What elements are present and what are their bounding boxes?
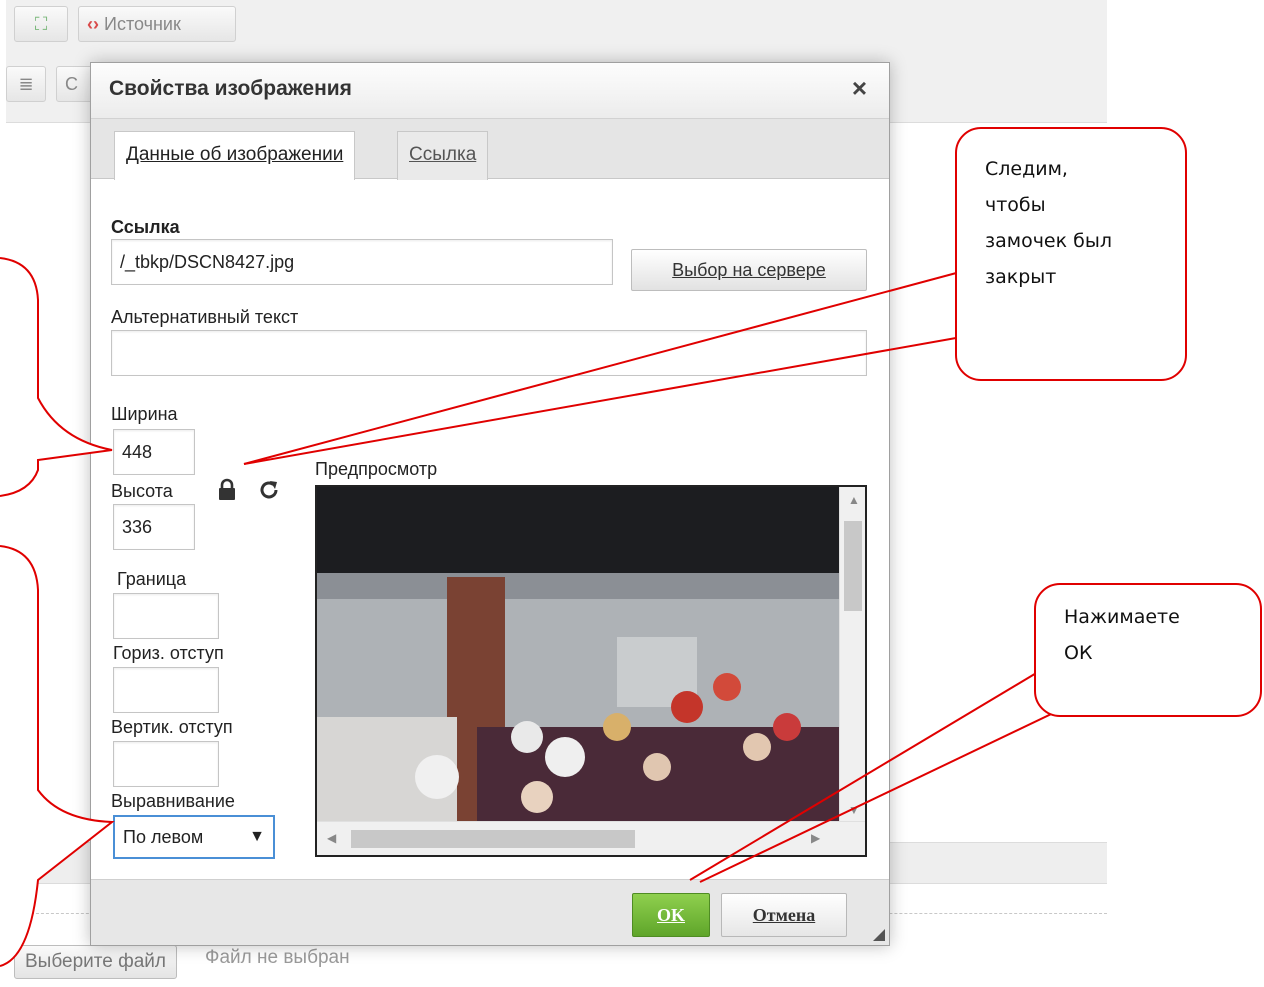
hspace-label: Гориз. отступ bbox=[113, 643, 224, 663]
source-label: Источник bbox=[104, 14, 181, 34]
preview-box[interactable]: ▲ ▼ ◀ ▶ bbox=[315, 485, 867, 857]
callout-text: замочек был bbox=[985, 230, 1112, 252]
url-label: Ссылка bbox=[111, 217, 180, 237]
horizontal-scroll-thumb[interactable] bbox=[351, 830, 635, 848]
hspace-input[interactable] bbox=[113, 667, 219, 713]
align-select[interactable]: По левом ▼ bbox=[113, 815, 275, 859]
vertical-scroll-thumb[interactable] bbox=[844, 521, 862, 611]
url-input[interactable]: /_tbkp/DSCN8427.jpg bbox=[111, 239, 613, 285]
file-status-text: Файл не выбран bbox=[205, 947, 350, 968]
border-label: Граница bbox=[117, 569, 187, 589]
vspace-input[interactable] bbox=[113, 741, 219, 787]
width-input[interactable]: 448 bbox=[113, 429, 195, 475]
callout-text: Нажимаете bbox=[1064, 606, 1180, 628]
callout-ok-note: Нажимаете ОК bbox=[1034, 583, 1262, 717]
callout-lock-note: Следим, чтобы замочек был закрыт bbox=[955, 127, 1187, 381]
browse-server-button[interactable]: Выбор на сервере bbox=[631, 249, 867, 291]
horizontal-scrollbar[interactable]: ◀ ▶ bbox=[317, 821, 865, 855]
source-button[interactable]: ‹› Источник bbox=[78, 6, 236, 42]
scroll-left-icon[interactable]: ◀ bbox=[327, 831, 336, 845]
dialog-header[interactable]: Свойства изображения × bbox=[91, 63, 889, 119]
callout-text: Следим, bbox=[985, 158, 1068, 180]
dialog-title: Свойства изображения bbox=[109, 77, 352, 100]
preview-photo bbox=[317, 487, 841, 821]
maximize-button[interactable]: ⛶ bbox=[14, 6, 68, 42]
alt-text-input[interactable] bbox=[111, 330, 867, 376]
height-input[interactable]: 336 bbox=[113, 504, 195, 550]
ok-button[interactable]: OK bbox=[632, 893, 710, 937]
height-label: Высота bbox=[111, 481, 173, 501]
callout-text: закрыт bbox=[985, 266, 1057, 288]
callout-text: чтобы bbox=[985, 194, 1046, 216]
vspace-label: Вертик. отступ bbox=[111, 717, 233, 737]
tab-image-info[interactable]: Данные об изображении bbox=[114, 131, 356, 180]
align-button[interactable]: ≣ bbox=[6, 66, 46, 102]
width-label: Ширина bbox=[111, 404, 178, 424]
reset-size-icon[interactable] bbox=[257, 478, 281, 502]
scroll-right-icon[interactable]: ▶ bbox=[811, 831, 820, 845]
scroll-up-icon[interactable]: ▲ bbox=[848, 493, 860, 507]
preview-label: Предпросмотр bbox=[315, 459, 438, 479]
chevron-down-icon: ▼ bbox=[249, 828, 265, 845]
choose-file-button[interactable]: Выберите файл bbox=[14, 945, 177, 979]
tab-bar: Данные об изображении Ссылка bbox=[91, 119, 889, 180]
tab-link[interactable]: Ссылка bbox=[397, 131, 489, 180]
scroll-down-icon[interactable]: ▼ bbox=[848, 803, 860, 817]
alt-text-label: Альтернативный текст bbox=[111, 307, 299, 327]
align-label: Выравнивание bbox=[111, 791, 235, 811]
dialog-footer: OK Отмена bbox=[91, 879, 889, 945]
lock-icon[interactable] bbox=[217, 478, 237, 502]
cancel-button[interactable]: Отмена bbox=[721, 893, 847, 937]
align-select-value: По левом bbox=[123, 827, 204, 847]
border-input[interactable] bbox=[113, 593, 219, 639]
resize-grip-icon[interactable] bbox=[873, 929, 885, 941]
image-properties-dialog: Свойства изображения × Данные об изображ… bbox=[90, 62, 890, 946]
close-icon[interactable]: × bbox=[852, 73, 867, 104]
vertical-scrollbar[interactable]: ▲ ▼ bbox=[839, 487, 865, 821]
callout-text: ОК bbox=[1064, 642, 1093, 664]
source-icon: ‹› bbox=[87, 14, 99, 34]
